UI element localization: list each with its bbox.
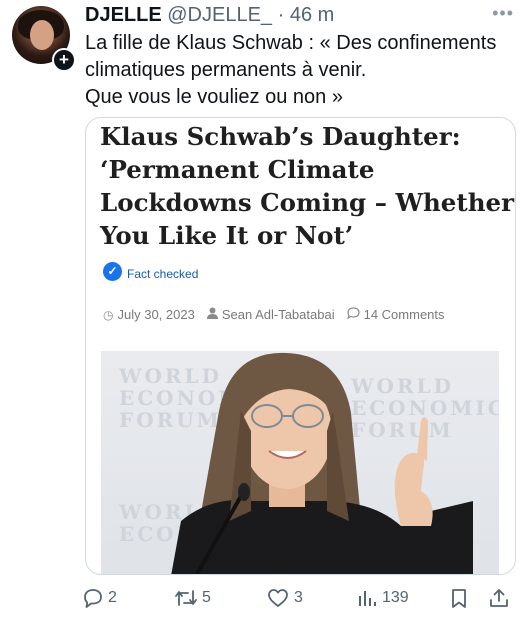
article-meta: ◷ July 30, 2023 Sean Adl-Tabatabai 14 Co… (103, 307, 445, 322)
article-date: July 30, 2023 (117, 307, 195, 322)
headline-line: Lockdowns Coming – Whether (100, 188, 515, 217)
article-headline: Klaus Schwab’s Daughter: ‘Permanent Clim… (100, 120, 515, 252)
repost-button[interactable]: 5 (174, 580, 211, 616)
follow-plus-icon[interactable]: + (52, 48, 76, 72)
article-comments: 14 Comments (363, 307, 445, 322)
article-photo: WORLD ECONOMIC FORUM WORLD ECONOMIC FORU… (101, 351, 499, 574)
tweet-text: La fille de Klaus Schwab : « Des confine… (85, 30, 515, 111)
like-count: 3 (294, 589, 303, 606)
reply-count: 2 (108, 589, 117, 606)
share-button[interactable] (488, 580, 510, 616)
fact-checked-label: Fact checked (127, 267, 199, 281)
separator-dot: · (277, 4, 285, 26)
tweet-time[interactable]: 46 m (290, 4, 334, 26)
media-card[interactable]: Klaus Schwab’s Daughter: ‘Permanent Clim… (85, 117, 516, 575)
views-icon (359, 591, 376, 606)
tweet-text-line: climatiques permanents à venir. (85, 59, 367, 81)
headline-line: You Like It or Not’ (100, 221, 354, 250)
like-button[interactable]: 3 (266, 580, 303, 616)
heart-icon (268, 589, 288, 607)
tweet-text-line: La fille de Klaus Schwab : « Des confine… (85, 32, 497, 54)
more-options-icon[interactable]: ••• (492, 3, 514, 24)
tweet-text-line: Que vous le vouliez ou non » (85, 86, 343, 108)
headline-line: Klaus Schwab’s Daughter: (100, 122, 461, 151)
repost-count: 5 (202, 589, 211, 606)
reply-button[interactable]: 2 (82, 580, 117, 616)
reply-icon (84, 589, 102, 608)
action-bar: 2 5 3 139 (0, 580, 526, 620)
speaker-illustration (171, 352, 473, 574)
article-author: Sean Adl-Tabatabai (221, 307, 335, 322)
headline-line: ‘Permanent Climate (100, 155, 375, 184)
tweet-header: DJELLE @DJELLE_ · 46 m (85, 4, 512, 28)
views-count: 139 (382, 589, 409, 606)
views-button[interactable]: 139 (356, 580, 409, 616)
display-name[interactable]: DJELLE (85, 4, 162, 26)
person-icon (206, 307, 218, 322)
checkmark-icon: ✓ (103, 261, 122, 281)
avatar-face (30, 20, 54, 50)
share-icon (490, 589, 508, 607)
bookmark-icon (452, 589, 466, 608)
clock-icon: ◷ (103, 307, 114, 322)
fact-checked-badge: ✓ Fact checked (103, 259, 198, 283)
comment-icon (346, 307, 360, 322)
bookmark-button[interactable] (449, 580, 469, 616)
repost-icon (175, 590, 197, 606)
user-handle[interactable]: @DJELLE_ (167, 4, 272, 26)
